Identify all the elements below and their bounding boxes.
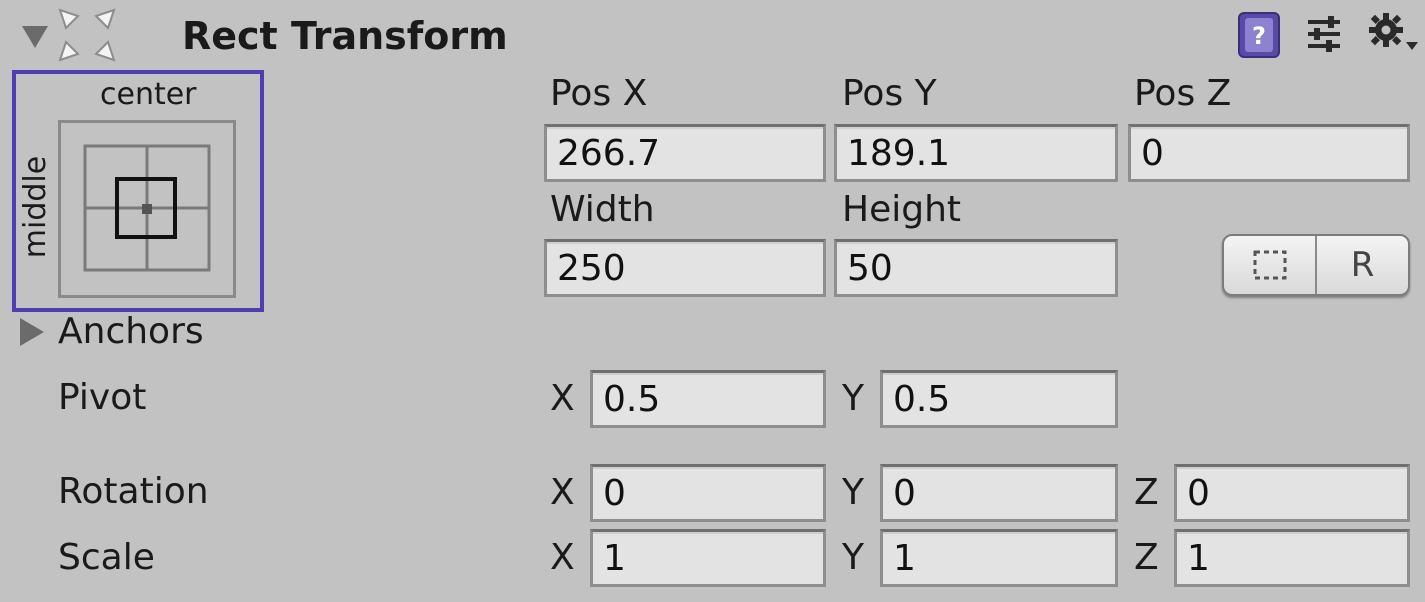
scale-z-axis-label[interactable]: Z <box>1134 529 1159 587</box>
svg-text:?: ? <box>1252 22 1266 50</box>
pos-z-label: Pos Z <box>1134 73 1232 114</box>
component-title: Rect Transform <box>182 14 508 58</box>
rotation-y-axis-label[interactable]: Y <box>842 464 864 522</box>
rotation-y-field[interactable] <box>880 464 1118 522</box>
scale-z-field[interactable] <box>1174 529 1410 587</box>
foldout-arrow-icon[interactable] <box>22 26 48 48</box>
rect-transform-icon <box>58 8 116 62</box>
pos-y-field[interactable] <box>834 124 1118 182</box>
anchors-foldout-arrow-icon[interactable] <box>20 318 44 346</box>
anchor-preset-diagram-icon <box>58 120 236 298</box>
blueprint-mode-button[interactable] <box>1224 236 1315 294</box>
pivot-y-field[interactable] <box>880 370 1118 428</box>
scale-x-axis-label[interactable]: X <box>550 529 575 587</box>
height-field[interactable] <box>834 239 1118 297</box>
pivot-x-field[interactable] <box>590 370 826 428</box>
preset-sliders-icon[interactable] <box>1304 14 1344 54</box>
pivot-y-axis-label[interactable]: Y <box>842 370 864 428</box>
rotation-z-field[interactable] <box>1174 464 1410 522</box>
help-book-icon[interactable]: ? <box>1236 10 1282 60</box>
edit-mode-buttons: R <box>1222 234 1410 296</box>
scale-x-field[interactable] <box>590 529 826 587</box>
pos-x-field[interactable] <box>544 124 826 182</box>
raw-edit-button[interactable]: R <box>1315 236 1408 294</box>
anchors-label[interactable]: Anchors <box>58 312 204 352</box>
scale-y-field[interactable] <box>880 529 1118 587</box>
pos-y-label: Pos Y <box>842 73 937 114</box>
anchor-vertical-label: middle <box>18 155 53 259</box>
height-label: Height <box>842 189 962 230</box>
gear-menu-icon[interactable] <box>1366 10 1420 56</box>
dashed-rect-icon <box>1253 250 1286 280</box>
anchor-horizontal-label: center <box>100 77 197 112</box>
pos-z-field[interactable] <box>1128 124 1410 182</box>
pos-x-label: Pos X <box>550 73 648 114</box>
scale-label: Scale <box>58 537 155 578</box>
width-label: Width <box>550 189 655 230</box>
rotation-z-axis-label[interactable]: Z <box>1134 464 1159 522</box>
rotation-x-axis-label[interactable]: X <box>550 464 575 522</box>
scale-y-axis-label[interactable]: Y <box>842 529 864 587</box>
width-field[interactable] <box>544 239 826 297</box>
raw-edit-label: R <box>1350 245 1375 285</box>
pivot-x-axis-label[interactable]: X <box>550 370 575 428</box>
rotation-label: Rotation <box>58 471 209 512</box>
rotation-x-field[interactable] <box>590 464 826 522</box>
pivot-label: Pivot <box>58 377 147 418</box>
